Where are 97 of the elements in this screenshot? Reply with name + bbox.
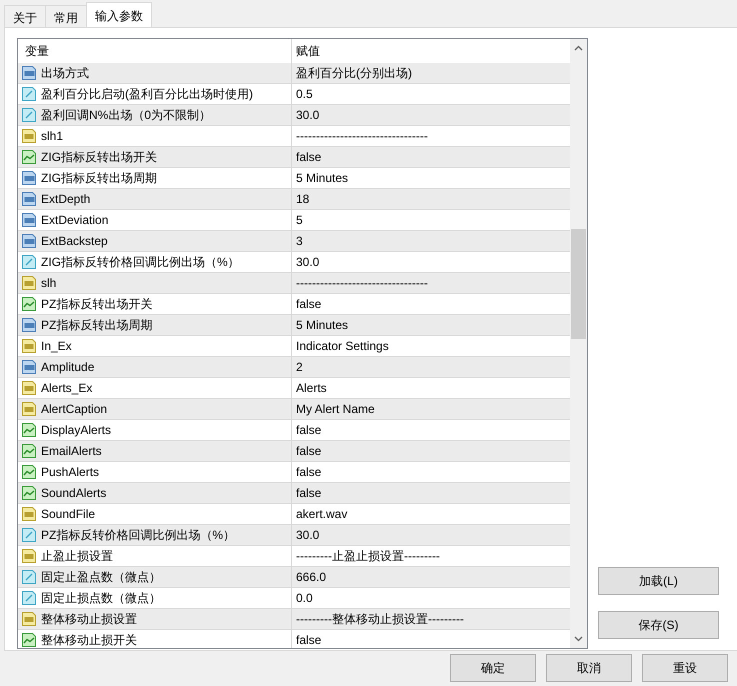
parameter-value[interactable]: 666.0 <box>292 570 326 584</box>
scroll-down-icon[interactable] <box>574 636 583 642</box>
parameter-name: ExtDepth <box>41 192 90 206</box>
text-icon <box>21 611 37 627</box>
parameter-value[interactable]: false <box>292 297 322 311</box>
parameter-value[interactable]: My Alert Name <box>292 402 375 416</box>
parameter-value[interactable]: 5 Minutes <box>292 318 348 332</box>
text-icon <box>21 338 37 354</box>
column-header[interactable]: 变量 <box>25 42 49 60</box>
parameter-value[interactable]: Alerts <box>292 381 327 395</box>
parameter-value[interactable]: ---------整体移动止损设置--------- <box>292 610 464 628</box>
load-button[interactable]: 加载(L) <box>598 567 719 595</box>
tab[interactable]: 输入参数 <box>86 2 152 27</box>
scroll-thumb[interactable] <box>571 228 586 338</box>
parameter-name: Amplitude <box>41 360 94 374</box>
save-button[interactable]: 保存(S) <box>598 611 719 639</box>
parameter-name: 固定止损点数（微点） <box>41 590 161 606</box>
fraction-icon <box>21 86 37 102</box>
parameter-name: Alerts_Ex <box>41 381 92 395</box>
parameter-value[interactable]: false <box>292 150 322 164</box>
fraction-icon <box>21 254 37 270</box>
number-icon <box>21 233 37 249</box>
reset-button[interactable]: 重设 <box>642 654 728 682</box>
chart-icon <box>21 485 37 501</box>
chart-icon <box>21 464 37 480</box>
parameter-name: 整体移动止损设置 <box>41 610 137 628</box>
parameter-value[interactable]: 18 <box>292 192 310 206</box>
fraction-icon <box>21 527 37 543</box>
parameter-value[interactable]: 5 Minutes <box>292 171 348 185</box>
parameter-name: SoundAlerts <box>41 486 106 500</box>
text-icon <box>21 128 37 144</box>
text-icon <box>21 380 37 396</box>
parameter-name: In_Ex <box>41 339 72 353</box>
parameter-value[interactable]: 盈利百分比(分别出场) <box>292 64 412 82</box>
number-icon <box>21 65 37 81</box>
number-icon <box>21 359 37 375</box>
parameter-value[interactable]: false <box>292 465 322 479</box>
parameter-value[interactable]: --------------------------------- <box>292 129 428 143</box>
parameter-name: PushAlerts <box>41 465 100 479</box>
parameter-name: PZ指标反转出场周期 <box>41 316 152 334</box>
parameter-name: slh1 <box>41 129 64 143</box>
text-icon <box>21 506 37 522</box>
parameter-name: ZIG指标反转出场周期 <box>41 170 157 186</box>
parameter-name: slh <box>41 276 56 290</box>
parameter-name: PZ指标反转价格回调比例出场（%） <box>41 526 236 544</box>
fraction-icon <box>21 569 37 585</box>
fraction-icon <box>21 107 37 123</box>
chart-icon <box>21 443 37 459</box>
chart-icon <box>21 149 37 165</box>
number-icon <box>21 212 37 228</box>
parameter-value[interactable]: akert.wav <box>292 507 348 521</box>
parameter-value[interactable]: false <box>292 486 322 500</box>
cancel-button[interactable]: 取消 <box>546 654 632 682</box>
scrollbar[interactable] <box>570 39 587 648</box>
fraction-icon <box>21 590 37 606</box>
parameter-value[interactable]: Indicator Settings <box>292 339 389 353</box>
text-icon <box>21 548 37 564</box>
parameter-name: ZIG指标反转出场开关 <box>41 148 157 166</box>
chart-icon <box>21 422 37 438</box>
parameter-name: 盈利百分比启动(盈利百分比出场时使用) <box>41 86 253 102</box>
parameter-value[interactable]: --------------------------------- <box>292 276 428 290</box>
scroll-up-icon[interactable] <box>574 45 583 51</box>
parameter-value[interactable]: 2 <box>292 360 303 374</box>
parameter-value[interactable]: 30.0 <box>292 528 320 542</box>
parameter-value[interactable]: 3 <box>292 234 303 248</box>
parameter-name: AlertCaption <box>41 402 108 416</box>
tab[interactable]: 关于 <box>4 5 46 27</box>
chart-icon <box>21 632 37 648</box>
parameter-name: SoundFile <box>41 507 96 521</box>
parameter-value[interactable]: ---------止盈止损设置--------- <box>292 548 440 564</box>
parameter-value[interactable]: 5 <box>292 213 303 227</box>
parameter-name: 固定止盈点数（微点） <box>41 568 161 586</box>
number-icon <box>21 191 37 207</box>
parameter-name: 止盈止损设置 <box>41 548 113 564</box>
text-icon <box>21 275 37 291</box>
parameter-name: DisplayAlerts <box>41 423 112 437</box>
number-icon <box>21 317 37 333</box>
parameter-name: 盈利回调N%出场（0为不限制） <box>41 106 212 124</box>
text-icon <box>21 401 37 417</box>
parameter-value[interactable]: 30.0 <box>292 108 320 122</box>
ok-button[interactable]: 确定 <box>450 654 536 682</box>
parameter-value[interactable]: 30.0 <box>292 255 320 269</box>
parameter-name: ZIG指标反转价格回调比例出场（%） <box>41 254 240 270</box>
number-icon <box>21 170 37 186</box>
parameter-name: 出场方式 <box>41 64 89 82</box>
parameter-value[interactable]: 0.5 <box>292 87 313 101</box>
parameter-name: PZ指标反转出场开关 <box>41 296 152 312</box>
parameter-name: EmailAlerts <box>41 444 102 458</box>
parameter-value[interactable]: false <box>292 633 322 647</box>
parameter-value[interactable]: 0.0 <box>292 591 313 605</box>
parameter-value[interactable]: false <box>292 423 322 437</box>
column-header[interactable]: 赋值 <box>292 42 320 60</box>
parameter-name: ExtDeviation <box>41 213 108 227</box>
parameter-name: 整体移动止损开关 <box>41 632 137 648</box>
chart-icon <box>21 296 37 312</box>
parameter-name: ExtBackstep <box>41 234 108 248</box>
parameter-value[interactable]: false <box>292 444 322 458</box>
